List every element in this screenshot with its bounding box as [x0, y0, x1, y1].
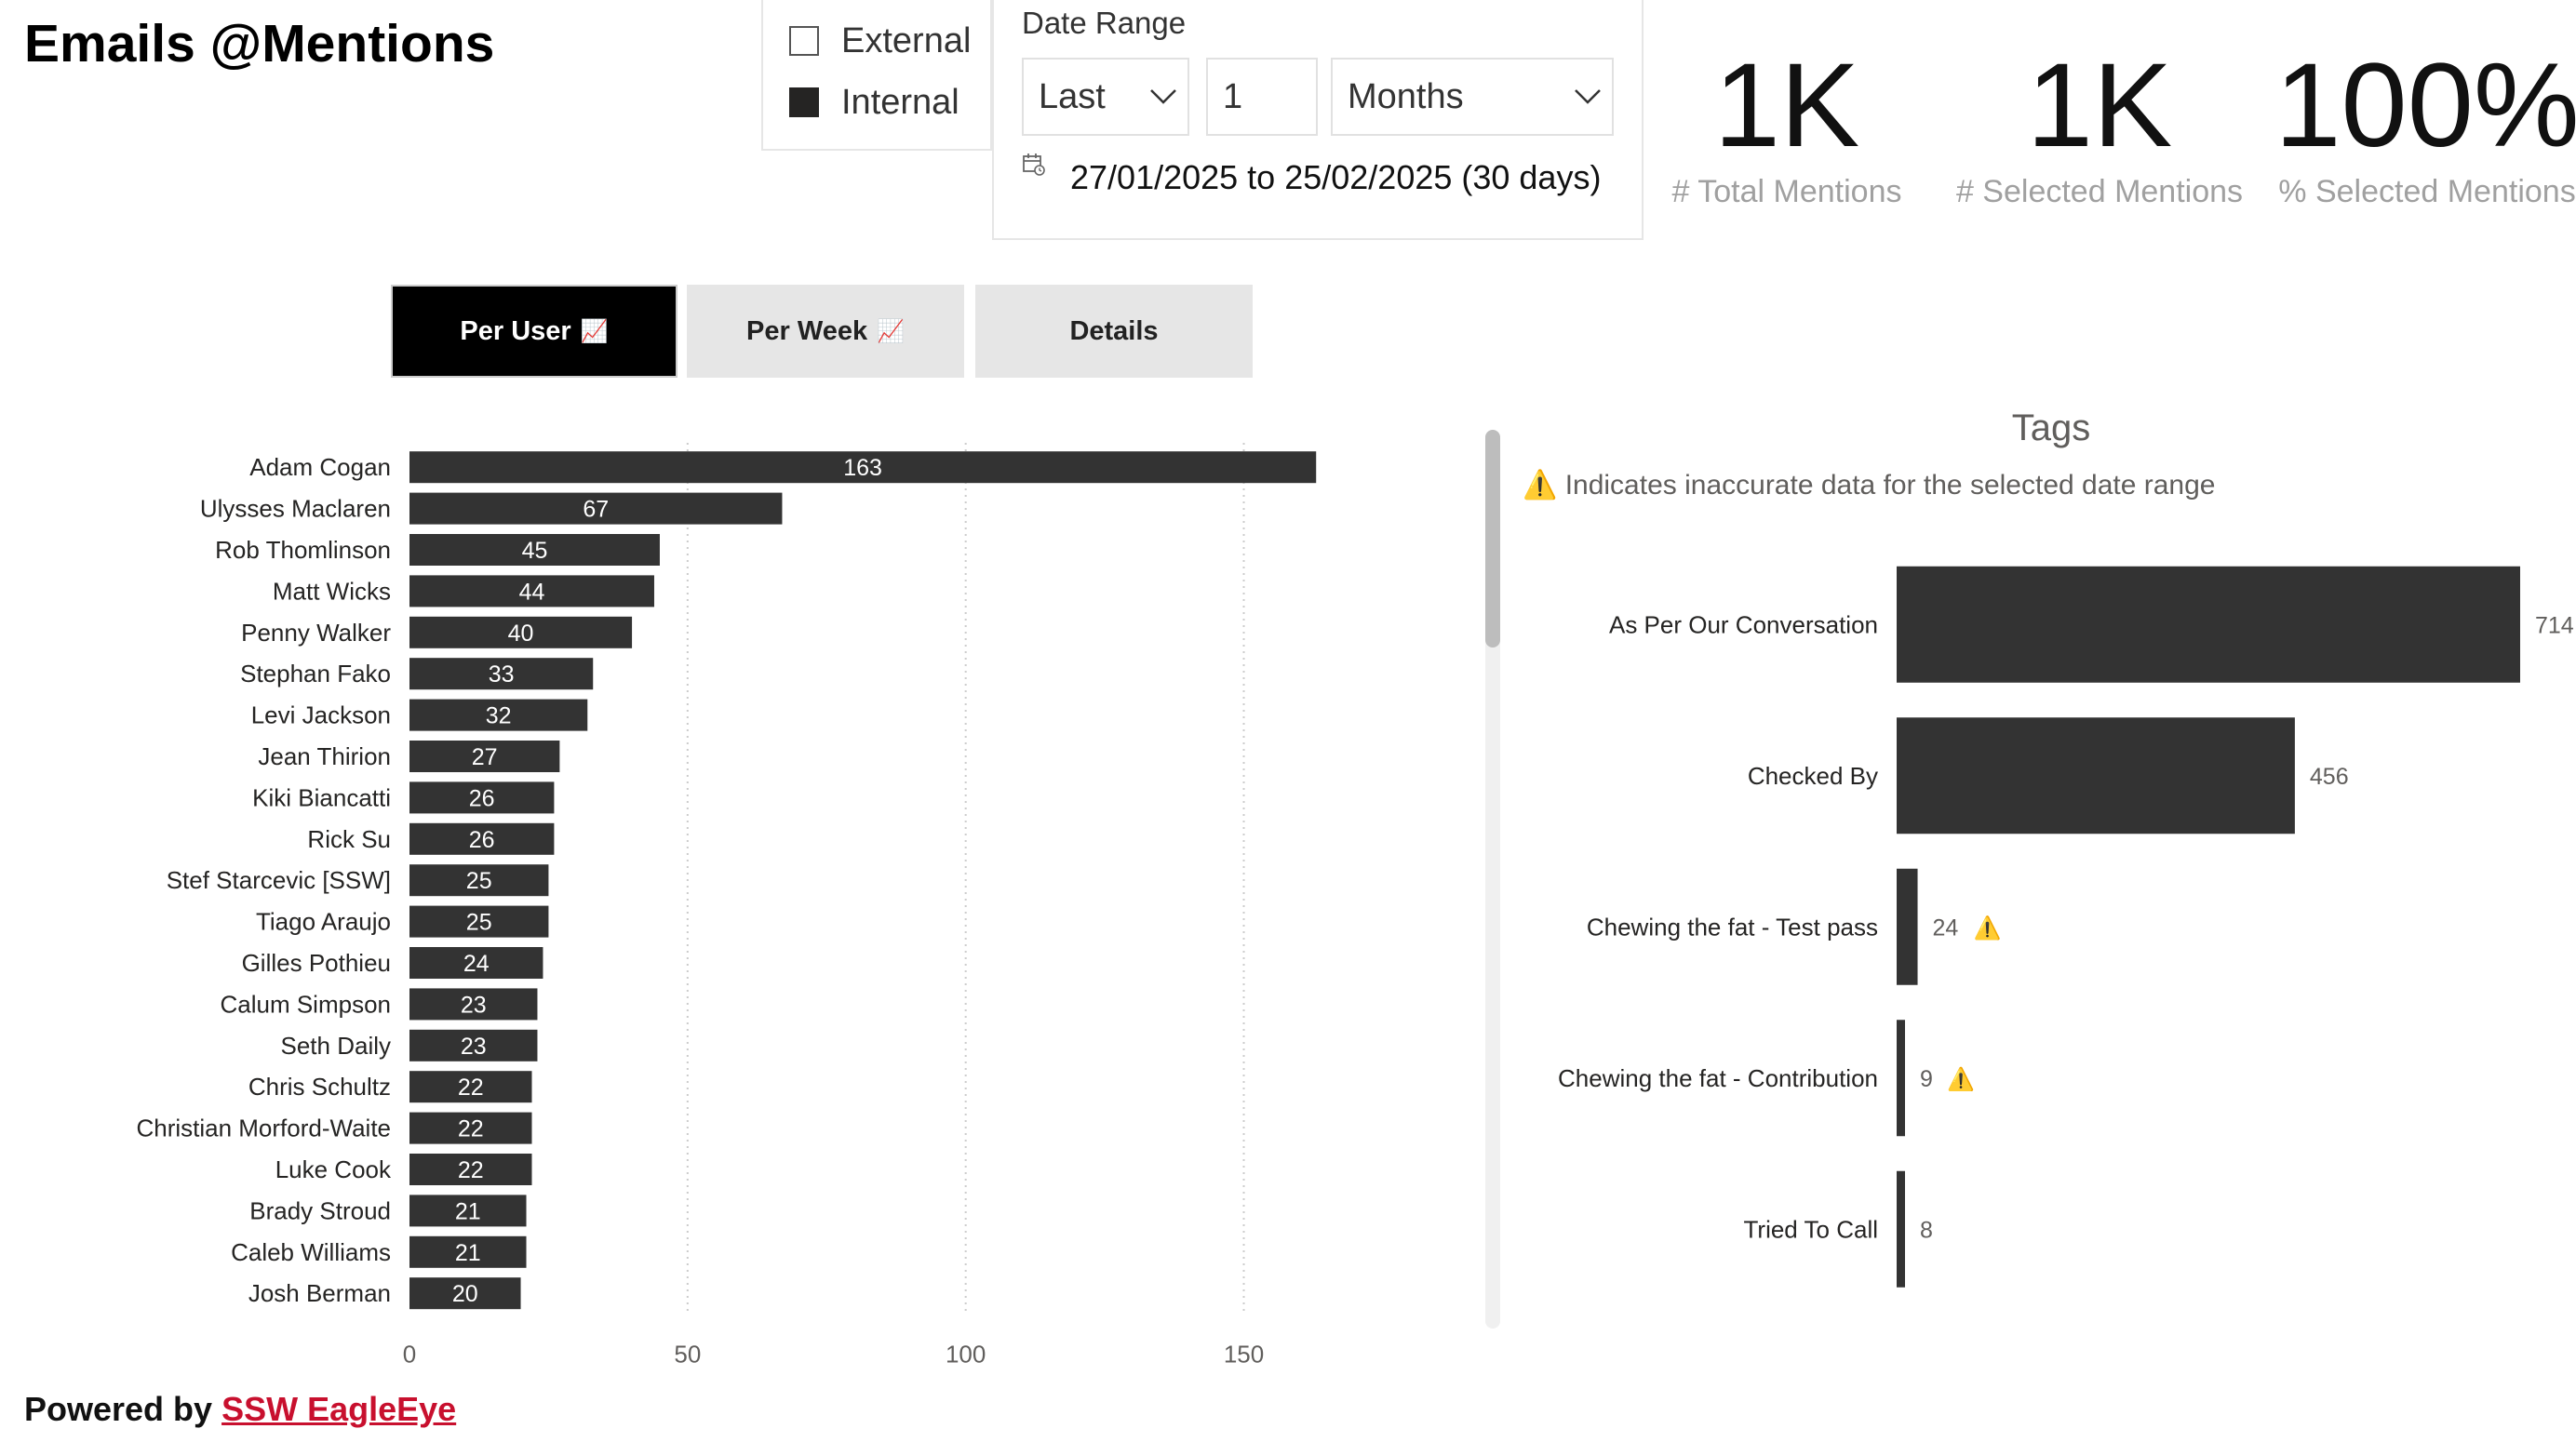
date-range-text: 27/01/2025 to 25/02/2025 (30 days) [1070, 158, 1602, 196]
category-label: Christian Morford-Waite [136, 1115, 391, 1142]
category-label: Penny Walker [241, 619, 391, 647]
external-label: External [841, 20, 972, 60]
bar-value-label: 44 [519, 579, 545, 605]
relative-period-value: Last [1039, 76, 1106, 116]
tab-per-user-label: Per User [460, 315, 571, 346]
period-unit-value: Months [1348, 76, 1464, 116]
bar-value-label: 22 [458, 1157, 484, 1183]
tag-value-label: 714 [2535, 612, 2574, 638]
bar-value-label: 33 [489, 661, 515, 688]
bar-value-label: 22 [458, 1075, 484, 1101]
bar-value-label: 21 [455, 1240, 481, 1266]
internal-checkbox[interactable]: Internal [789, 82, 959, 123]
tab-details[interactable]: Details [975, 285, 1253, 378]
period-count-input[interactable]: 1 [1206, 58, 1318, 136]
warning-icon: ⚠️ [1947, 1066, 1975, 1092]
bar-value-label: 26 [469, 827, 495, 853]
tag-label: Chewing the fat - Contribution [1558, 1064, 1878, 1092]
tags-bar-chart: As Per Our Conversation 714 Checked By 456 C… [1558, 566, 2574, 1288]
tag-label: As Per Our Conversation [1609, 610, 1878, 638]
bar-value-label: 23 [461, 992, 487, 1018]
kpi-percent-label: % Selected Mentions [2278, 174, 2576, 209]
x-tick-label: 150 [1224, 1340, 1264, 1368]
external-checkbox[interactable]: External [789, 20, 971, 61]
bar-value-label: 20 [452, 1281, 478, 1307]
tab-per-week[interactable]: Per Week 📈 [687, 285, 964, 378]
tag-bar [1897, 868, 1918, 985]
x-tick-label: 0 [403, 1340, 416, 1368]
footer-prefix: Powered by [24, 1390, 222, 1428]
tag-bar [1897, 717, 2295, 834]
chart-increasing-icon: 📈 [877, 318, 905, 344]
tab-per-user[interactable]: Per User 📈 [391, 285, 678, 378]
tag-value-label: 456 [2310, 764, 2349, 790]
tag-label: Chewing the fat - Test pass [1587, 913, 1878, 941]
chevron-down-icon [1139, 88, 1187, 105]
bar-value-label: 67 [583, 497, 609, 523]
x-tick-label: 100 [946, 1340, 986, 1368]
bar-value-label: 163 [843, 455, 882, 481]
internal-checkbox-box[interactable] [789, 87, 819, 117]
tab-details-label: Details [1069, 315, 1159, 346]
ssw-eagleeye-link[interactable]: SSW EagleEye [221, 1390, 456, 1428]
category-label: Gilles Pothieu [242, 949, 391, 977]
period-unit-dropdown[interactable]: Months [1331, 58, 1614, 136]
bar-value-label: 24 [463, 951, 490, 977]
bar-value-label: 26 [469, 785, 495, 811]
calendar-icon [1022, 153, 1046, 177]
internal-label: Internal [841, 82, 959, 122]
category-label: Kiki Biancatti [252, 783, 391, 811]
category-label: Rob Thomlinson [215, 536, 391, 564]
bar-value-label: 21 [455, 1198, 481, 1224]
tag-value-label: 9 [1920, 1066, 1933, 1092]
bar-value-label: 25 [466, 868, 492, 894]
bar-value-label: 23 [461, 1034, 487, 1060]
category-label: Jean Thirion [258, 742, 391, 770]
audience-slicer: External Internal [761, 0, 992, 151]
bar-value-label: 25 [466, 910, 492, 936]
category-label: Stef Starcevic [SSW] [167, 866, 391, 894]
tag-label: Tried To Call [1744, 1215, 1879, 1243]
chart-increasing-icon: 📈 [580, 318, 609, 344]
kpi-selected-percent: 100% % Selected Mentions [2232, 37, 2576, 210]
category-label: Ulysses Maclaren [200, 495, 391, 523]
external-checkbox-box[interactable] [789, 26, 819, 56]
relative-period-dropdown[interactable]: Last [1022, 58, 1189, 136]
bar-value-label: 27 [472, 744, 498, 770]
tag-label: Checked By [1748, 762, 1878, 790]
category-label: Matt Wicks [273, 577, 391, 605]
kpi-percent-value: 100% [2274, 39, 2576, 172]
tag-bar [1897, 1020, 1905, 1137]
bar-value-label: 32 [486, 703, 512, 729]
category-label: Calum Simpson [220, 990, 391, 1018]
per-user-bar-chart: 0 50 100 150 Adam Cogan 163 Ulysses Maclaren 67… [136, 443, 1317, 1368]
category-label: Caleb Williams [231, 1238, 391, 1266]
warning-icon: ⚠️ [1974, 915, 2002, 941]
x-tick-label: 50 [674, 1340, 701, 1368]
category-label: Seth Daily [281, 1032, 392, 1060]
category-label: Brady Stroud [249, 1196, 391, 1224]
page-title: Emails @Mentions [24, 14, 495, 73]
category-label: Stephan Fako [240, 660, 391, 688]
category-label: Josh Berman [248, 1279, 391, 1307]
date-range-title: Date Range [1022, 6, 1187, 40]
bar-value-label: 22 [458, 1116, 484, 1142]
category-label: Levi Jackson [251, 701, 391, 729]
date-range-panel: Date Range Last 1 Months 27/01/2025 to 2… [992, 0, 1644, 240]
category-label: Chris Schultz [248, 1073, 391, 1101]
period-count-value: 1 [1223, 76, 1243, 116]
footer: Powered by SSW EagleEye [24, 1390, 456, 1429]
tab-per-week-label: Per Week [746, 315, 868, 346]
bar-value-label: 40 [508, 621, 534, 647]
tag-value-label: 24 [1933, 915, 1959, 941]
category-label: Adam Cogan [249, 453, 391, 481]
tag-bar [1897, 1170, 1905, 1288]
tag-value-label: 8 [1920, 1217, 1933, 1243]
bar-value-label: 45 [522, 538, 548, 564]
category-label: Rick Su [307, 825, 391, 853]
category-label: Tiago Araujo [256, 908, 391, 936]
category-label: Luke Cook [275, 1155, 392, 1183]
tag-bar [1897, 566, 2520, 683]
